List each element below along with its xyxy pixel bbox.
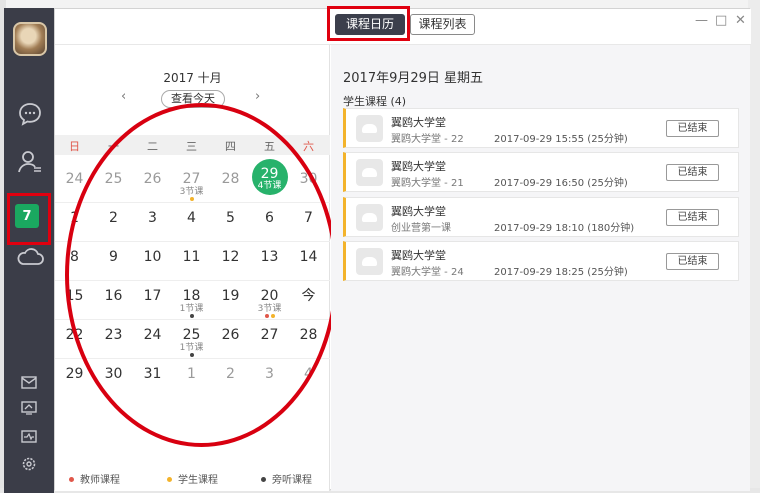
legend-label: 学生课程 (178, 475, 218, 486)
course-status-button[interactable]: 已结束 (666, 209, 719, 226)
student-courses-heading: 学生课程 (4) (343, 95, 407, 108)
calendar-pane: 2017 十月 ‹ 查看今天 › 日 一 二 三 四 五 六 24 25 26 27 3… (55, 45, 338, 491)
tab-course-list[interactable]: 课程列表 (410, 14, 475, 35)
course-status-button[interactable]: 已结束 (666, 120, 719, 137)
calendar-icon[interactable]: 7 (15, 204, 39, 228)
course-thumbnail (356, 248, 383, 275)
cloud-icon[interactable] (16, 242, 44, 270)
legend-label: 旁听课程 (272, 475, 312, 486)
weekday-label: 日 (69, 140, 80, 153)
main-window: 课程日历 课程列表 — □ ✕ 2017 十月 ‹ 查看今天 › 日 一 二 三… (54, 6, 751, 491)
settings-icon[interactable] (21, 456, 37, 471)
course-thumbnail (356, 159, 383, 186)
course-thumbnail (356, 204, 383, 231)
course-subtitle: 翼鸥大学堂 - 24 (391, 267, 464, 278)
sidebar: 7 (4, 8, 54, 493)
calendar-highlight-ellipse (65, 103, 338, 447)
next-month-button[interactable]: › (255, 89, 260, 104)
course-time: 2017-09-29 16:50 (25分钟) (494, 178, 628, 189)
legend-student: 学生课程 (167, 471, 218, 486)
selected-date-title: 2017年9月29日 星期五 (343, 71, 484, 86)
course-item[interactable]: 翼鸥大学堂 翼鸥大学堂 - 24 2017-09-29 18:25 (25分钟)… (343, 241, 739, 281)
avatar[interactable] (13, 22, 47, 56)
course-item[interactable]: 翼鸥大学堂 翼鸥大学堂 - 21 2017-09-29 16:50 (25分钟)… (343, 152, 739, 192)
course-subtitle: 翼鸥大学堂 - 21 (391, 178, 464, 189)
legend-dot (261, 477, 266, 482)
course-subtitle: 翼鸥大学堂 - 22 (391, 134, 464, 145)
course-item[interactable]: 翼鸥大学堂 翼鸥大学堂 - 22 2017-09-29 15:55 (25分钟)… (343, 108, 739, 148)
mail-icon[interactable] (21, 374, 37, 389)
course-status-button[interactable]: 已结束 (666, 253, 719, 270)
title-bar: 课程日历 课程列表 — □ ✕ (55, 6, 751, 45)
prev-month-button[interactable]: ‹ (121, 89, 126, 104)
month-label: 2017 十月 (163, 71, 222, 85)
minimize-button[interactable]: — (695, 13, 708, 28)
course-time: 2017-09-29 15:55 (25分钟) (494, 134, 628, 145)
app-root: 7 课程日历 课程列表 — □ ✕ 2017 十月 ‹ 查看今天 › 日 一 二… (0, 0, 760, 493)
monitor-icon[interactable] (21, 429, 37, 443)
course-status-button[interactable]: 已结束 (666, 164, 719, 181)
chat-icon[interactable] (16, 100, 44, 128)
course-detail-pane: 2017年9月29日 星期五 学生课程 (4) 翼鸥大学堂 翼鸥大学堂 - 22… (331, 45, 750, 491)
tab-highlight-box (327, 6, 410, 41)
calendar-legend: 教师课程 学生课程 旁听课程 (55, 469, 330, 489)
legend-teacher: 教师课程 (69, 471, 120, 486)
legend-label: 教师课程 (80, 475, 120, 486)
course-time: 2017-09-29 18:25 (25分钟) (494, 267, 628, 278)
contacts-icon[interactable] (16, 148, 44, 176)
course-title: 翼鸥大学堂 (391, 116, 446, 129)
legend-audit: 旁听课程 (261, 471, 312, 486)
course-subtitle: 创业营第一课 (391, 223, 451, 234)
maximize-button[interactable]: □ (715, 13, 727, 28)
legend-dot (69, 477, 74, 482)
course-thumbnail (356, 115, 383, 142)
whiteboard-icon[interactable] (21, 400, 37, 415)
close-button[interactable]: ✕ (735, 13, 746, 28)
course-item[interactable]: 翼鸥大学堂 创业营第一课 2017-09-29 18:10 (180分钟) 已结… (343, 197, 739, 237)
course-title: 翼鸥大学堂 (391, 160, 446, 173)
course-title: 翼鸥大学堂 (391, 205, 446, 218)
course-title: 翼鸥大学堂 (391, 249, 446, 262)
legend-dot (167, 477, 172, 482)
course-time: 2017-09-29 18:10 (180分钟) (494, 223, 635, 234)
